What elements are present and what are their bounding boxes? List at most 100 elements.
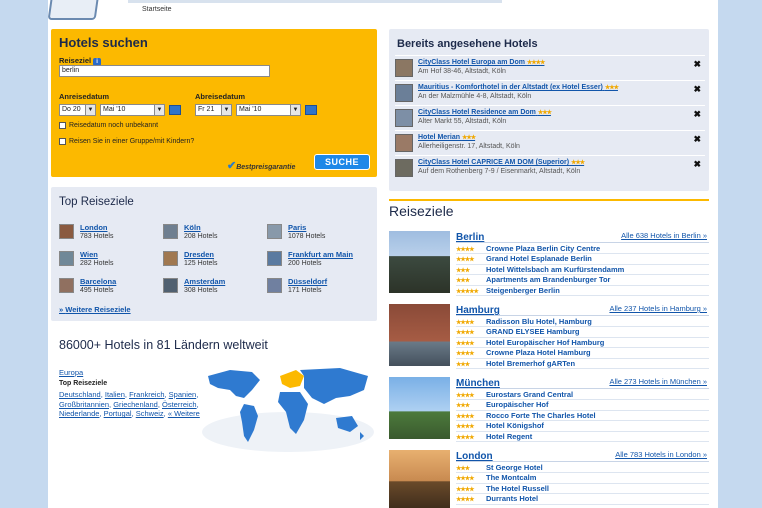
destination-thumbnail[interactable] <box>267 251 282 266</box>
close-icon[interactable]: ✖ <box>693 109 701 120</box>
country-link[interactable]: Griechenland <box>113 400 158 409</box>
departure-day-select[interactable]: Fr 21 ▼ <box>195 104 232 116</box>
destination-name[interactable]: Frankfurt am Main <box>288 250 353 259</box>
all-hotels-link[interactable]: Alle 783 Hotels in London » <box>615 450 707 459</box>
viewed-hotel-name[interactable]: CityClass Hotel Residence am Dom ★★★ <box>418 109 552 116</box>
departure-month-select[interactable]: Mai '10 ▼ <box>236 104 301 116</box>
city-hotel-link[interactable]: ★★★ Hotel Bremerhof gARTen <box>456 359 709 369</box>
logo[interactable] <box>48 0 101 20</box>
all-hotels-link[interactable]: Alle 638 Hotels in Berlin » <box>621 231 707 240</box>
destination-thumbnail[interactable] <box>163 251 178 266</box>
viewed-hotel-name[interactable]: Hotel Merian ★★★ <box>418 134 476 141</box>
hotel-thumbnail[interactable] <box>395 134 413 152</box>
destination-item[interactable]: Barcelona 495 Hotels <box>59 276 159 298</box>
viewed-hotel-row[interactable]: CityClass Hotel Europa am Dom ★★★★ Am Hof… <box>395 55 705 79</box>
arrival-day-select[interactable]: Do 20 ▼ <box>59 104 96 116</box>
world-map[interactable] <box>200 362 376 456</box>
viewed-hotel-name[interactable]: Mauritius - Komforthotel in der Altstadt… <box>418 84 619 91</box>
viewed-hotel-row[interactable]: CityClass Hotel CAPRICE AM DOM (Superior… <box>395 155 705 179</box>
city-hotel-link[interactable]: ★★★★ Durrants Hotel <box>456 494 709 505</box>
country-link[interactable]: Österreich <box>162 400 197 409</box>
hotel-thumbnail[interactable] <box>395 109 413 127</box>
more-countries-link[interactable]: « Weitere <box>168 409 200 418</box>
date-unknown-checkbox[interactable]: Reisedatum noch unbekannt <box>59 122 158 129</box>
all-hotels-link[interactable]: Alle 273 Hotels in München » <box>609 377 707 386</box>
country-link[interactable]: Deutschland <box>59 390 101 399</box>
group-checkbox[interactable]: Reisen Sie in einer Gruppe/mit Kindern? <box>59 138 194 145</box>
city-hotel-link[interactable]: ★★★★ Radisson Blu Hotel, Hamburg <box>456 317 709 328</box>
destination-item[interactable]: Köln 208 Hotels <box>163 222 263 244</box>
calendar-icon[interactable] <box>305 105 317 115</box>
close-icon[interactable]: ✖ <box>693 134 701 145</box>
destination-thumbnail[interactable] <box>163 278 178 293</box>
viewed-hotel-row[interactable]: CityClass Hotel Residence am Dom ★★★ Alte… <box>395 105 705 129</box>
city-hotel-link[interactable]: ★★★★ GRAND ELYSEE Hamburg <box>456 327 709 338</box>
arrival-month-select[interactable]: Mai '10 ▼ <box>100 104 165 116</box>
destination-input[interactable]: berlin <box>59 65 270 77</box>
destination-thumbnail[interactable] <box>59 251 74 266</box>
city-hotel-link[interactable]: ★★★★ Hotel Regent <box>456 432 709 442</box>
destination-item[interactable]: Düsseldorf 171 Hotels <box>267 276 367 298</box>
city-photo[interactable] <box>389 304 450 366</box>
checkbox[interactable] <box>59 138 66 145</box>
region-link[interactable]: Europa <box>59 368 83 377</box>
city-hotel-link[interactable]: ★★★★ Hotel Europäischer Hof Hamburg <box>456 338 709 349</box>
viewed-hotel-name[interactable]: CityClass Hotel CAPRICE AM DOM (Superior… <box>418 159 585 166</box>
destination-item[interactable]: Dresden 125 Hotels <box>163 249 263 271</box>
destination-thumbnail[interactable] <box>163 224 178 239</box>
more-destinations-link[interactable]: » Weitere Reiseziele <box>59 305 131 314</box>
close-icon[interactable]: ✖ <box>693 159 701 170</box>
search-button[interactable]: SUCHE <box>314 154 370 170</box>
country-link[interactable]: Niederlande <box>59 409 99 418</box>
viewed-hotel-name[interactable]: CityClass Hotel Europa am Dom ★★★★ <box>418 59 545 66</box>
hotel-thumbnail[interactable] <box>395 159 413 177</box>
country-link[interactable]: Frankreich <box>129 390 164 399</box>
viewed-hotel-row[interactable]: Mauritius - Komforthotel in der Altstadt… <box>395 80 705 104</box>
destination-name[interactable]: Köln <box>184 223 201 232</box>
hotel-thumbnail[interactable] <box>395 59 413 77</box>
destination-name[interactable]: Dresden <box>184 250 214 259</box>
close-icon[interactable]: ✖ <box>693 84 701 95</box>
city-photo[interactable] <box>389 450 450 508</box>
country-link[interactable]: Portugal <box>104 409 132 418</box>
destination-name[interactable]: Amsterdam <box>184 277 225 286</box>
country-link[interactable]: Italien <box>105 390 125 399</box>
destination-name[interactable]: Paris <box>288 223 306 232</box>
destination-name[interactable]: Wien <box>80 250 98 259</box>
city-hotel-link[interactable]: ★★★★ The Montcalm <box>456 473 709 484</box>
city-photo[interactable] <box>389 231 450 293</box>
destination-name[interactable]: Barcelona <box>80 277 116 286</box>
city-hotel-link[interactable]: ★★★★ Crowne Plaza Berlin City Centre <box>456 244 709 255</box>
destination-item[interactable]: Wien 282 Hotels <box>59 249 159 271</box>
viewed-hotel-row[interactable]: Hotel Merian ★★★ Allerheiligenstr. 17, Al… <box>395 130 705 154</box>
destination-name[interactable]: London <box>80 223 108 232</box>
breadcrumb[interactable]: Startseite <box>142 6 172 13</box>
calendar-icon[interactable] <box>169 105 181 115</box>
destination-thumbnail[interactable] <box>59 224 74 239</box>
destination-thumbnail[interactable] <box>59 278 74 293</box>
country-link[interactable]: Großbritannien <box>59 400 109 409</box>
destination-item[interactable]: Paris 1078 Hotels <box>267 222 367 244</box>
destination-item[interactable]: London 783 Hotels <box>59 222 159 244</box>
city-hotel-link[interactable]: ★★★★ Rocco Forte The Charles Hotel <box>456 411 709 422</box>
city-photo[interactable] <box>389 377 450 439</box>
city-hotel-link[interactable]: ★★★★ Crowne Plaza Hotel Hamburg <box>456 348 709 359</box>
country-link[interactable]: Schweiz <box>136 409 164 418</box>
city-hotel-link[interactable]: ★★★★ Grand Hotel Esplanade Berlin <box>456 254 709 265</box>
destination-name[interactable]: Düsseldorf <box>288 277 327 286</box>
checkbox[interactable] <box>59 122 66 129</box>
hotel-thumbnail[interactable] <box>395 84 413 102</box>
city-hotel-link[interactable]: ★★★ Apartments am Brandenburger Tor <box>456 275 709 286</box>
destination-thumbnail[interactable] <box>267 278 282 293</box>
destination-thumbnail[interactable] <box>267 224 282 239</box>
city-hotel-link[interactable]: ★★★★ The Hotel Russell <box>456 484 709 495</box>
destination-item[interactable]: Frankfurt am Main 200 Hotels <box>267 249 367 271</box>
city-hotel-link[interactable]: ★★★★★ Steigenberger Berlin <box>456 286 709 296</box>
all-hotels-link[interactable]: Alle 237 Hotels in Hamburg » <box>609 304 707 313</box>
city-hotel-link[interactable]: ★★★★ Hotel Königshof <box>456 421 709 432</box>
city-hotel-link[interactable]: ★★★★ Eurostars Grand Central <box>456 390 709 401</box>
country-link[interactable]: Spanien <box>169 390 197 399</box>
destination-item[interactable]: Amsterdam 308 Hotels <box>163 276 263 298</box>
city-hotel-link[interactable]: ★★★ St George Hotel <box>456 463 709 474</box>
close-icon[interactable]: ✖ <box>693 59 701 70</box>
